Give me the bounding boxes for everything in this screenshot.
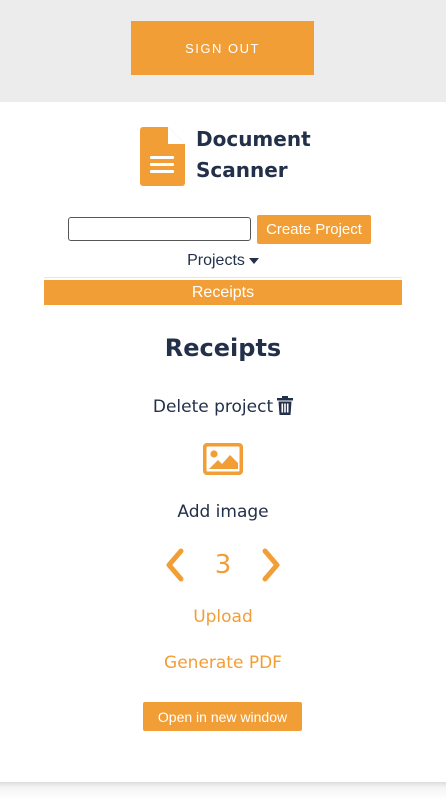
upload-link[interactable]: Upload <box>0 607 446 627</box>
chevron-right-icon[interactable] <box>260 545 284 585</box>
top-bar: SIGN OUT <box>0 0 446 102</box>
generate-pdf-link[interactable]: Generate PDF <box>0 653 446 673</box>
project-item-receipts[interactable]: Receipts <box>44 280 402 305</box>
project-title: Receipts <box>164 334 282 362</box>
page-number: 3 <box>214 550 232 580</box>
app-title: Document Scanner <box>196 124 311 186</box>
app-title-line2: Scanner <box>196 158 288 182</box>
create-project-button[interactable]: Create Project <box>257 215 371 244</box>
image-icon[interactable] <box>203 443 243 475</box>
image-pager: 3 <box>0 545 446 585</box>
open-in-new-window-button[interactable]: Open in new window <box>143 702 302 731</box>
project-name-input[interactable] <box>68 217 251 241</box>
delete-project-button[interactable]: Delete project <box>0 396 446 417</box>
caret-down-icon <box>248 257 259 264</box>
projects-dropdown-toggle[interactable]: Projects <box>0 252 446 270</box>
sign-out-button[interactable]: SIGN OUT <box>131 21 314 75</box>
bottom-edge <box>0 782 446 800</box>
trash-icon <box>277 396 294 415</box>
app-title-line1: Document <box>196 127 311 151</box>
divider <box>44 277 402 278</box>
projects-toggle-label: Projects <box>187 252 245 269</box>
delete-project-label: Delete project <box>152 397 274 417</box>
document-icon <box>140 127 185 186</box>
add-image-button[interactable]: Add image <box>0 502 446 522</box>
